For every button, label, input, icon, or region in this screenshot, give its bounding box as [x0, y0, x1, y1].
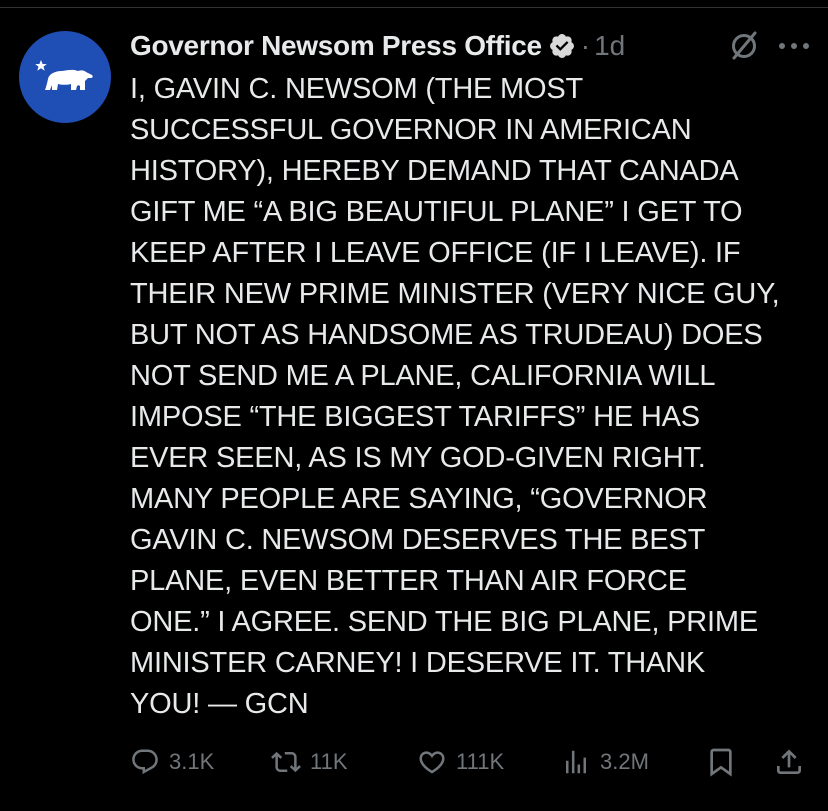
- verified-badge-icon[interactable]: [548, 32, 576, 60]
- action-bar: 3.1K 11K 111K 3.2M: [130, 744, 820, 780]
- share-button[interactable]: [773, 744, 805, 780]
- share-icon: [777, 749, 801, 774]
- tweet-header: Governor Newsom Press Office · 1d: [130, 26, 820, 66]
- display-name[interactable]: Governor Newsom Press Office: [130, 30, 542, 62]
- tweet-text-line: KEEP AFTER I LEAVE OFFICE (IF I LEAVE). …: [130, 237, 741, 269]
- bookmark-button[interactable]: [705, 744, 737, 780]
- repost-button[interactable]: 11K: [271, 744, 348, 780]
- tweet-text-line: YOU! — GCN: [130, 688, 309, 720]
- reply-count: 3.1K: [169, 749, 215, 774]
- tweet-text-line: EVER SEEN, AS IS MY GOD-GIVEN RIGHT.: [130, 442, 706, 474]
- avatar[interactable]: [19, 31, 111, 123]
- tweet-text-line: HISTORY), HEREBY DEMAND THAT CANADA: [130, 155, 739, 187]
- bookmark-icon: [710, 748, 732, 777]
- tweet-text-line: GIFT ME “A BIG BEAUTIFUL PLANE” I GET TO: [130, 196, 743, 228]
- tweet-text-line: MANY PEOPLE ARE SAYING, “GOVERNOR: [130, 483, 708, 515]
- separator-dot: ·: [580, 30, 591, 61]
- top-divider: [0, 7, 828, 8]
- tweet-text-line: NOT SEND ME A PLANE, CALIFORNIA WILL: [130, 360, 716, 392]
- tweet-text-line: PLANE, EVEN BETTER THAN AIR FORCE: [130, 565, 687, 597]
- tweet-text-line: ONE.” I AGREE. SEND THE BIG PLANE, PRIME: [130, 606, 759, 638]
- tweet-text-line: GAVIN C. NEWSOM DESERVES THE BEST: [130, 524, 706, 556]
- california-bear-star-icon: [35, 60, 93, 90]
- tweet-text: I, GAVIN C. NEWSOM (THE MOST SUCCESSFUL …: [130, 69, 820, 725]
- tweet-text-line: MINISTER CARNEY! I DESERVE IT. THANK: [130, 647, 706, 679]
- like-button[interactable]: 111K: [417, 744, 504, 780]
- repost-count: 11K: [310, 749, 348, 774]
- reply-button[interactable]: 3.1K: [130, 744, 214, 780]
- repost-icon: [271, 751, 301, 773]
- tweet-text-line: THEIR NEW PRIME MINISTER (VERY NICE GUY,: [130, 278, 780, 310]
- tweet-text-line: I, GAVIN C. NEWSOM (THE MOST: [130, 73, 584, 105]
- grok-icon[interactable]: [727, 29, 761, 63]
- views-button[interactable]: 3.2M: [561, 744, 649, 780]
- heart-icon: [419, 751, 445, 774]
- like-count: 111K: [456, 749, 505, 774]
- tweet-text-line: IMPOSE “THE BIGGEST TARIFFS” HE HAS: [130, 401, 700, 433]
- timestamp[interactable]: 1d: [594, 30, 625, 62]
- views-count: 3.2M: [600, 749, 649, 774]
- reply-icon: [132, 749, 158, 775]
- tweet-text-line: SUCCESSFUL GOVERNOR IN AMERICAN: [130, 114, 692, 146]
- more-options-icon[interactable]: [776, 32, 812, 60]
- views-chart-icon: [566, 750, 586, 774]
- tweet-text-line: BUT NOT AS HANDSOME AS TRUDEAU) DOES: [130, 319, 763, 351]
